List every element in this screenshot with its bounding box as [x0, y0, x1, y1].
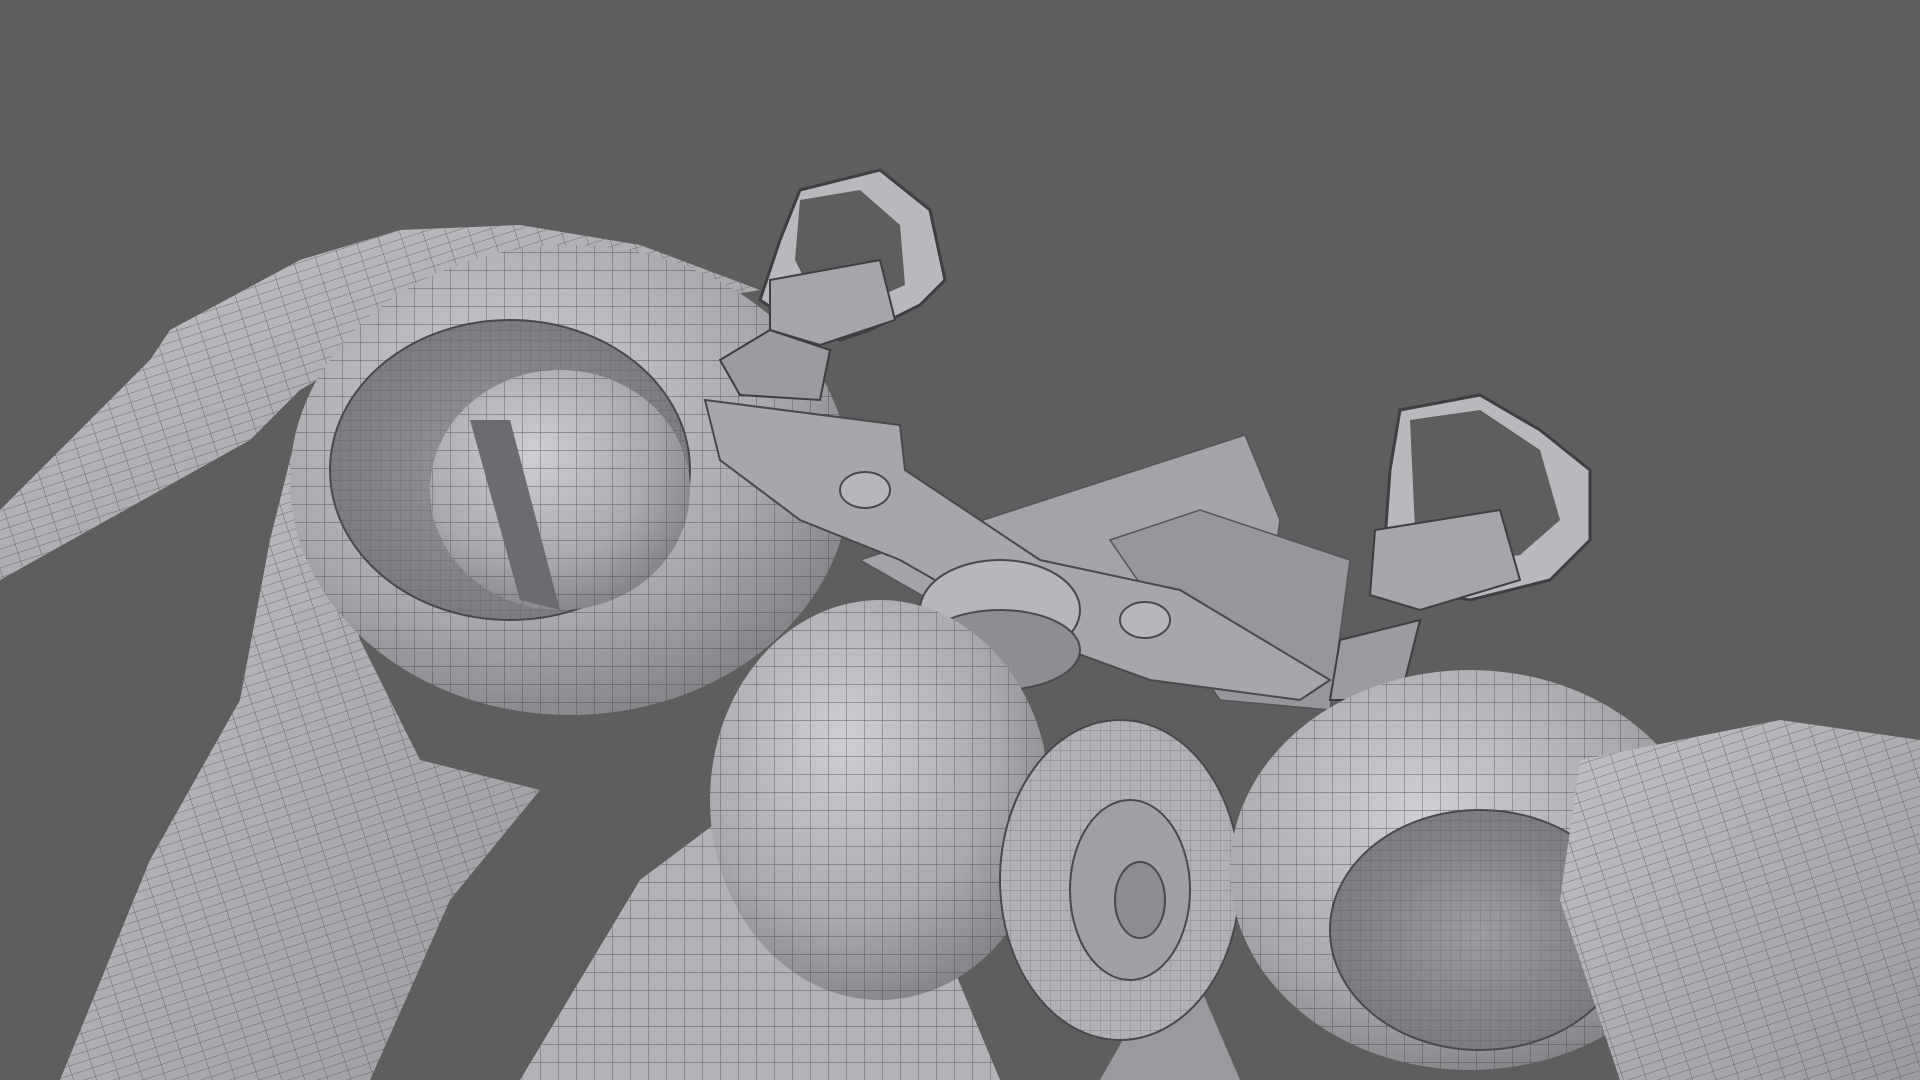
- wireframe-render-canvas: [0, 0, 1920, 1080]
- right-wing-fin: [1560, 720, 1920, 1080]
- render-viewport: [0, 0, 1920, 1080]
- left-engine-sphere: [430, 370, 690, 610]
